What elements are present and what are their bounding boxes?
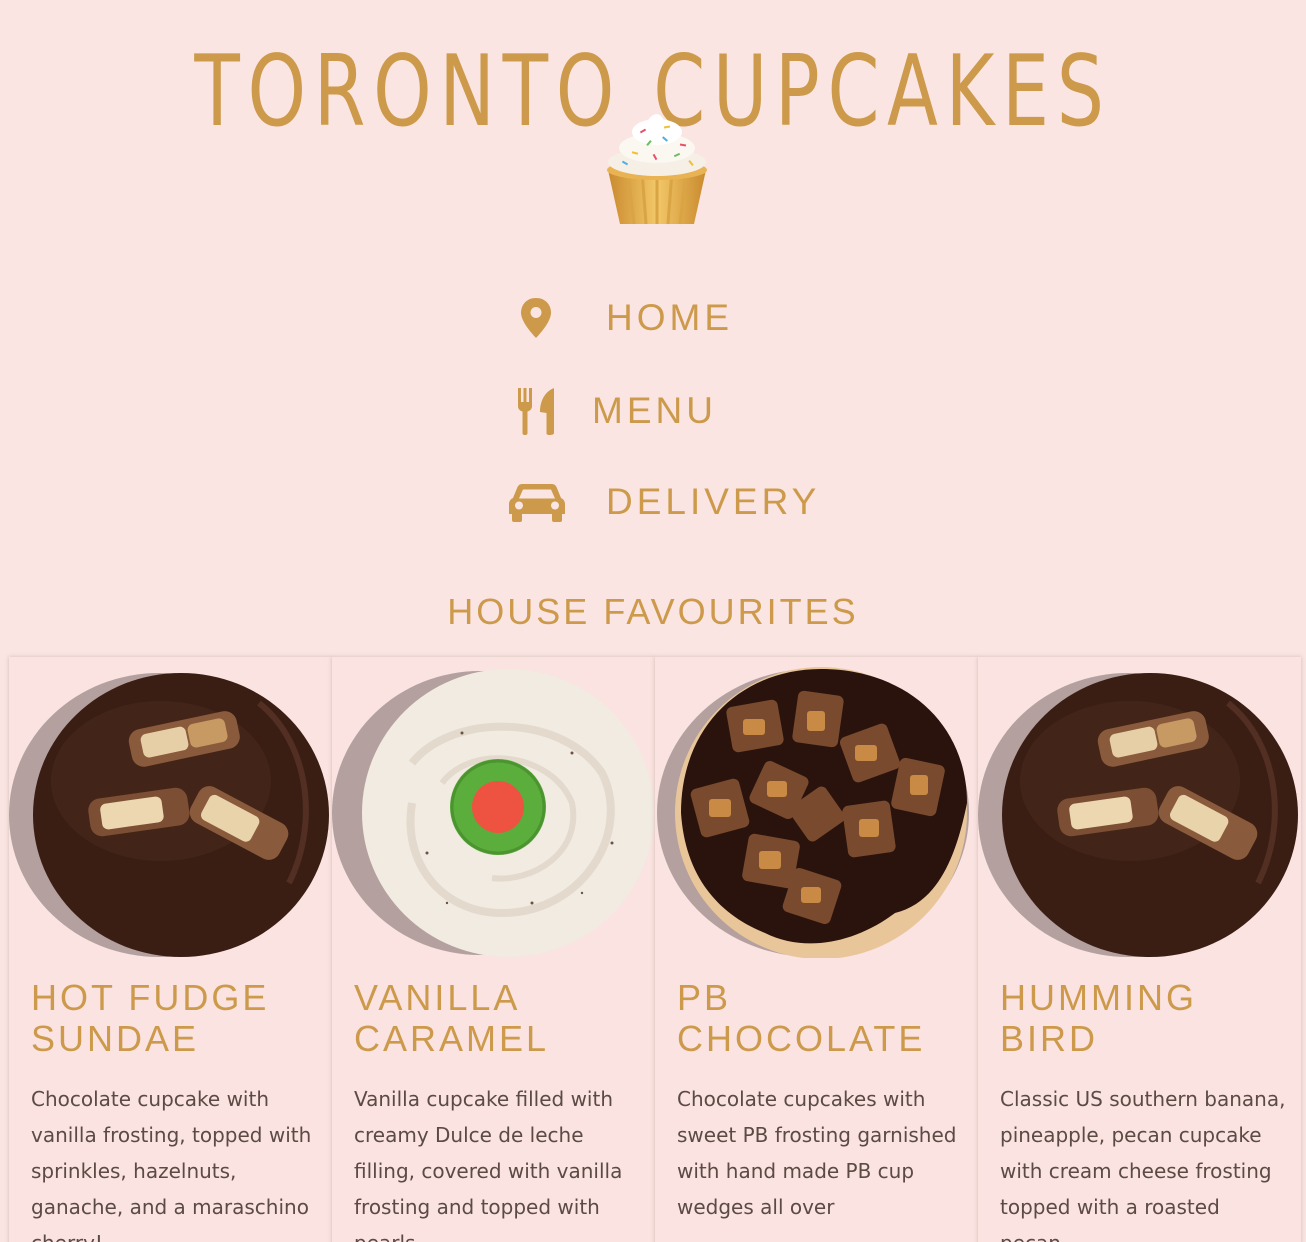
nav-label-home: HOME — [606, 297, 733, 338]
nav-item-delivery[interactable]: DELIVERY — [508, 480, 820, 524]
favourites-grid: HOT FUDGE SUNDAE Chocolate cupcake with … — [9, 657, 1301, 1242]
humming-bird-image — [978, 673, 1298, 957]
nav-item-menu[interactable]: MENU — [516, 386, 717, 436]
card-description: Classic US southern banana, pineapple, p… — [1000, 1087, 1286, 1242]
card-title: PB CHOCOLATE — [677, 977, 926, 1059]
vanilla-caramel-image — [332, 669, 654, 957]
product-card-vanilla-caramel[interactable]: VANILLA CARAMEL Vanilla cupcake filled w… — [332, 657, 655, 1242]
nav-label-menu: MENU — [592, 390, 717, 431]
product-card-hot-fudge-sundae[interactable]: HOT FUDGE SUNDAE Chocolate cupcake with … — [9, 657, 332, 1242]
product-card-pb-chocolate[interactable]: PB CHOCOLATE Chocolate cupcakes with swe… — [655, 657, 978, 1242]
card-title: HOT FUDGE SUNDAE — [31, 977, 270, 1059]
nav-item-home[interactable]: HOME — [518, 296, 733, 340]
page: TORONTO CUPCAKES HOME MENU DELIVERY HOUS… — [0, 0, 1306, 1242]
pb-chocolate-image — [657, 667, 969, 958]
cupcake-icon — [607, 114, 707, 225]
car-icon — [509, 484, 565, 522]
utensils-icon — [518, 388, 554, 435]
card-description: Chocolate cupcakes with sweet PB frostin… — [677, 1087, 957, 1219]
product-card-humming-bird[interactable]: HUMMING BIRD Classic US southern banana,… — [978, 657, 1301, 1242]
card-title: HUMMING BIRD — [1000, 977, 1197, 1059]
map-pin-icon — [521, 298, 551, 338]
card-description: Vanilla cupcake filled with creamy Dulce… — [354, 1087, 623, 1242]
nav-label-delivery: DELIVERY — [606, 481, 821, 522]
card-description: Chocolate cupcake with vanilla frosting,… — [31, 1087, 312, 1242]
hot-fudge-sundae-image — [9, 673, 329, 957]
card-title: VANILLA CARAMEL — [354, 977, 550, 1059]
house-favourites-heading: HOUSE FAVOURITES — [447, 591, 859, 632]
